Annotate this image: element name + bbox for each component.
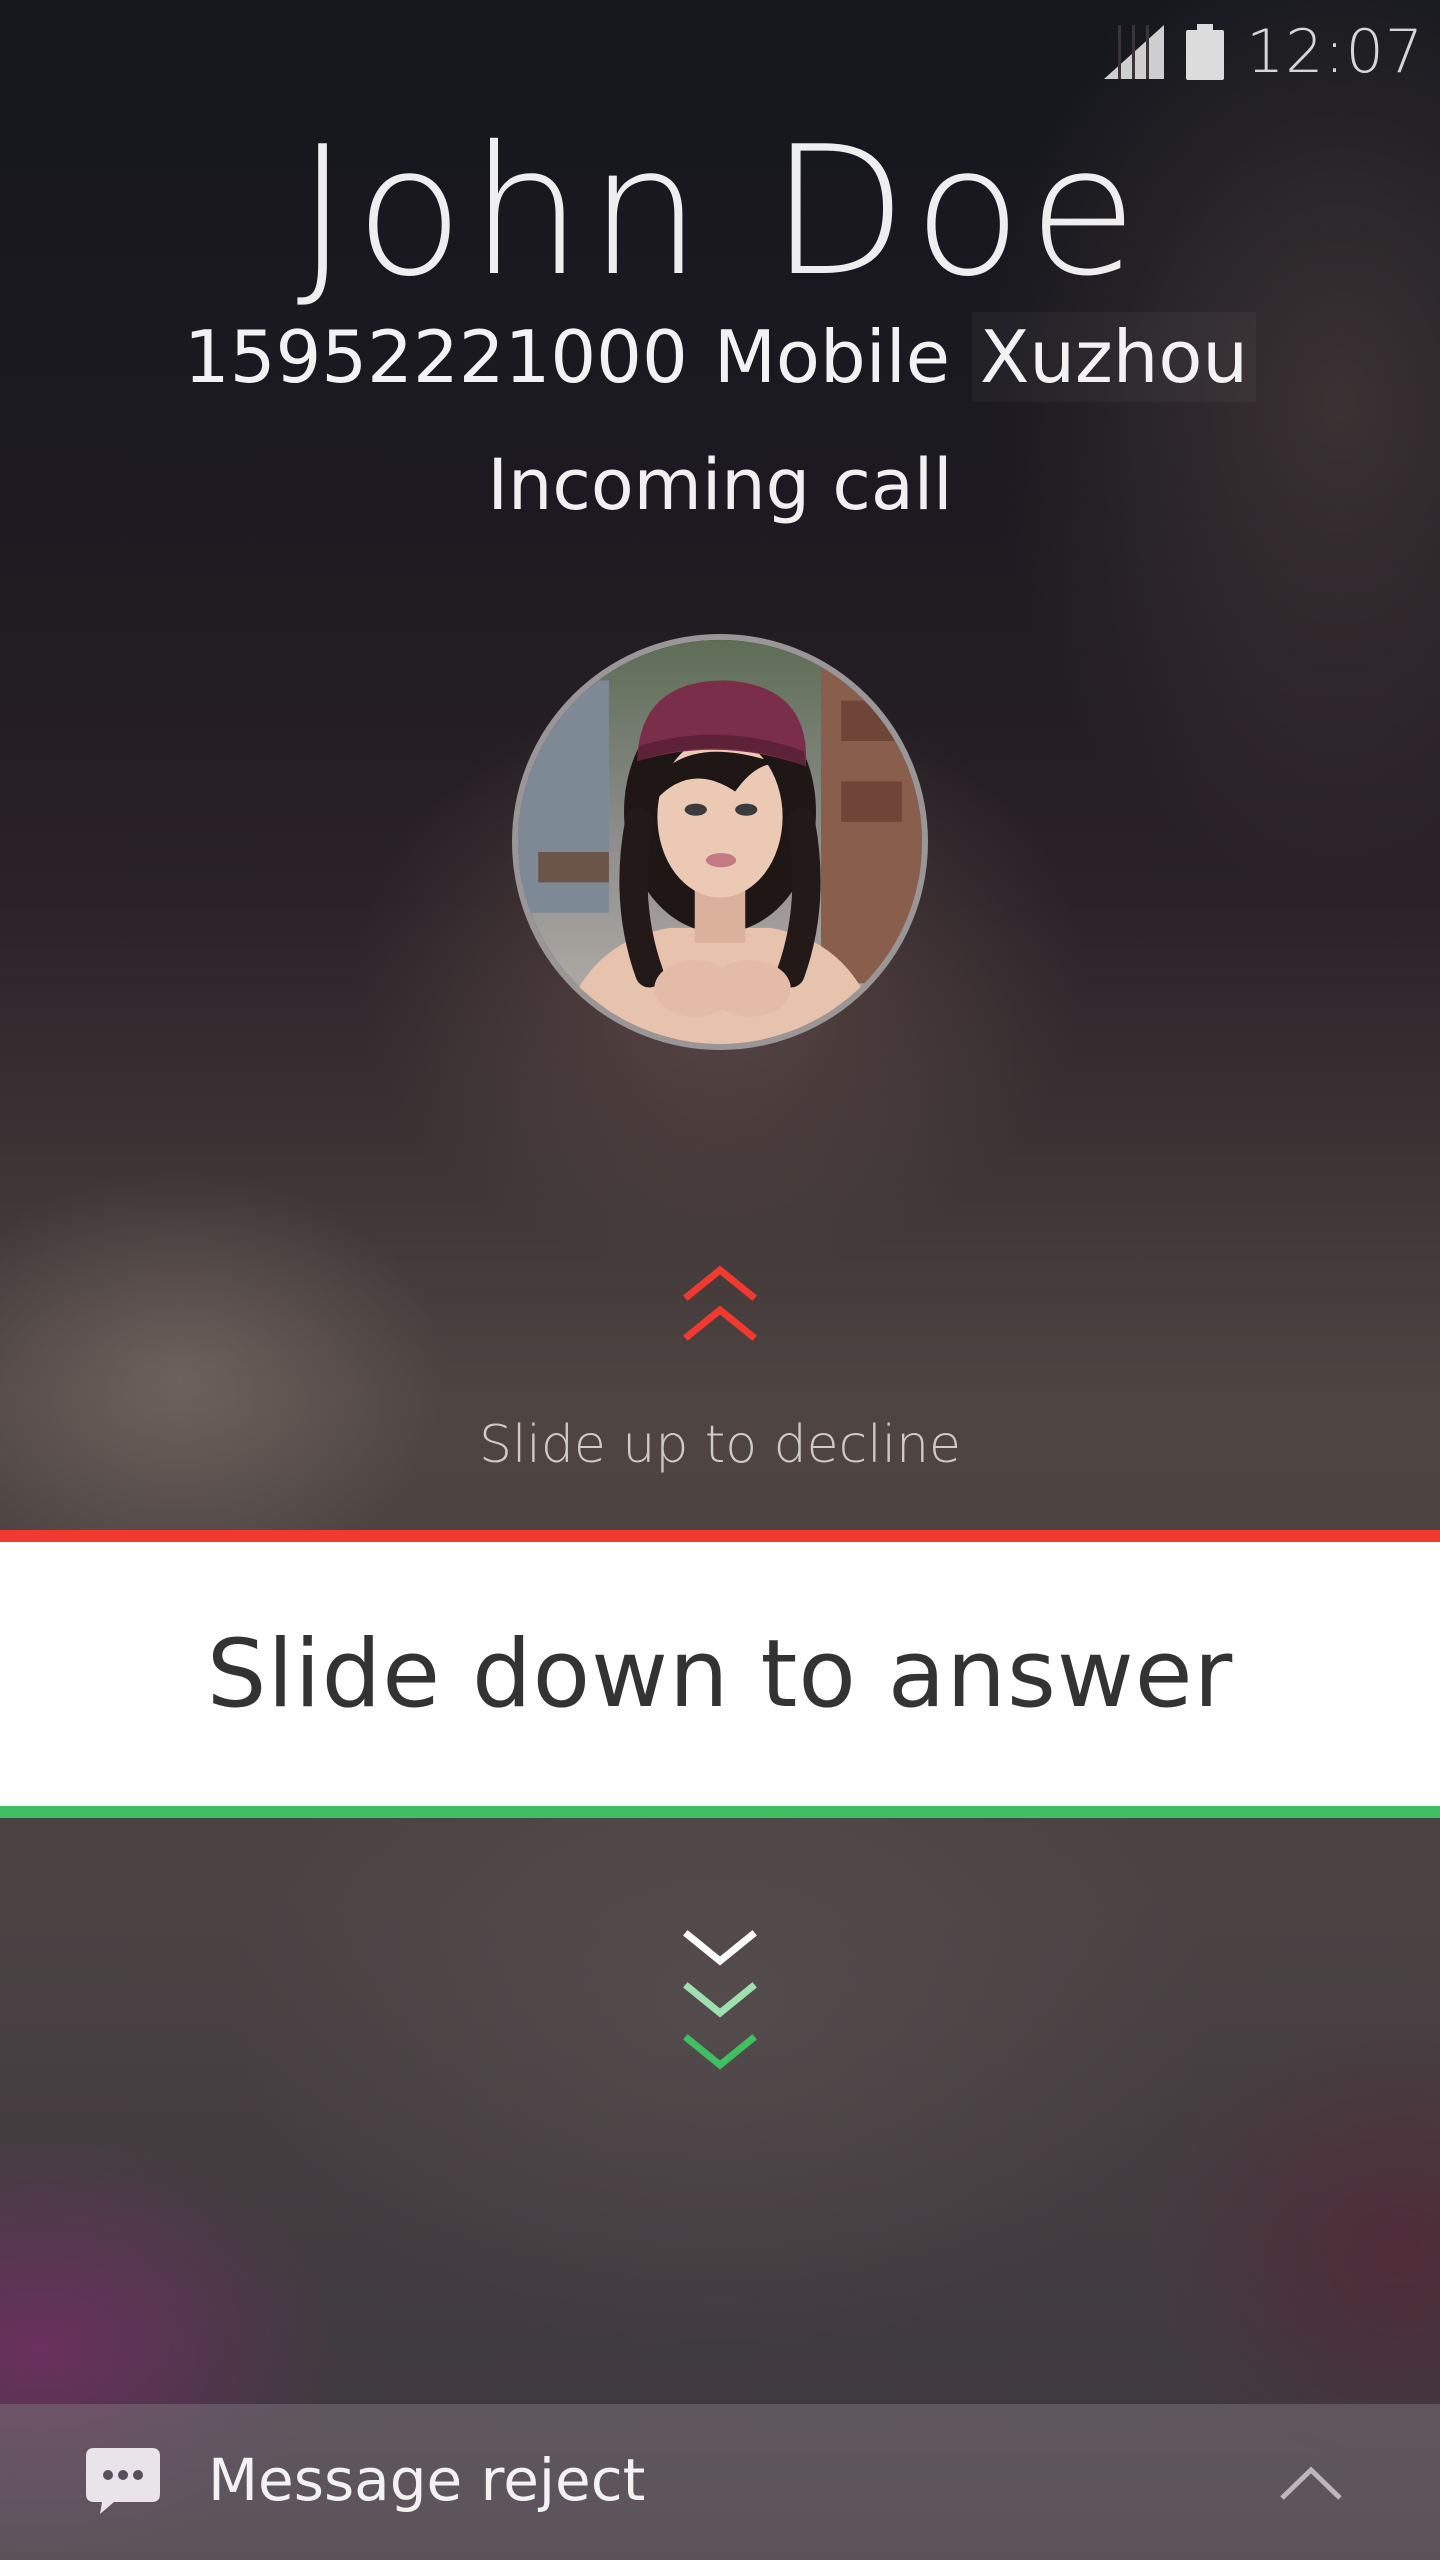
answer-label: Slide down to answer <box>206 1619 1234 1729</box>
status-time: 12:07 <box>1246 17 1424 87</box>
caller-name: John Doe <box>296 108 1144 315</box>
caller-number: 15952221000 <box>183 315 688 399</box>
answer-slider[interactable]: Slide down to answer <box>0 1542 1440 1806</box>
decline-edge-line <box>0 1530 1440 1542</box>
battery-icon <box>1186 24 1225 80</box>
caller-details: 15952221000 Mobile Xuzhou <box>0 312 1440 402</box>
caller-avatar <box>512 634 928 1050</box>
contact-photo <box>518 640 922 1044</box>
caller-location: Xuzhou <box>972 312 1257 402</box>
call-status: Incoming call <box>487 444 953 526</box>
decline-chevrons-icon <box>683 1265 757 1341</box>
decline-hint: Slide up to decline <box>478 1415 962 1475</box>
message-reject-label: Message reject <box>208 2446 646 2514</box>
answer-chevrons-icon <box>683 1930 757 2070</box>
caller-number-type: Mobile <box>713 315 950 399</box>
signal-icon <box>1104 25 1165 79</box>
chat-bubble-icon <box>86 2448 160 2514</box>
message-reject-bar[interactable]: Message reject <box>0 2404 1440 2560</box>
chevron-up-icon[interactable] <box>1278 2460 1344 2504</box>
status-bar: 12:07 <box>1104 16 1424 88</box>
incoming-call-screen: 12:07 John Doe 15952221000 Mobile Xuzhou I… <box>0 0 1440 2560</box>
answer-edge-line <box>0 1806 1440 1818</box>
